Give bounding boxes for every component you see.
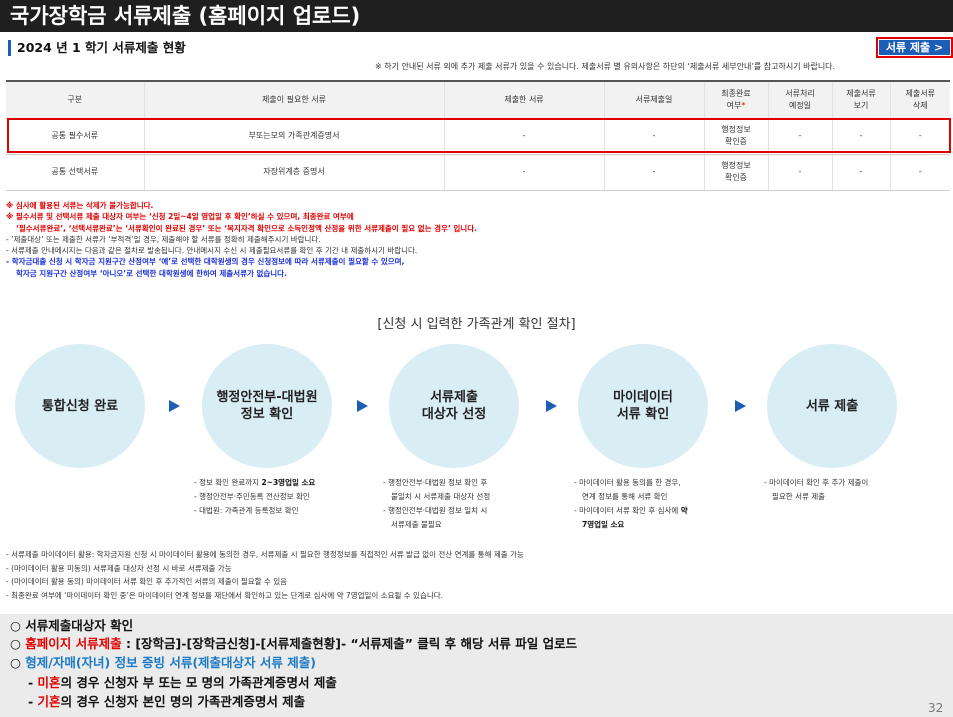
note-line: ※ 심사에 활용된 서류는 삭제가 불가능합니다. [6, 201, 154, 210]
documents-table: 구분 제출이 필요한 서류 제출한 서류 서류제출일 최종완료 여부* 서류처리 예… [6, 80, 950, 191]
row-submit-date: - [603, 118, 704, 155]
step-note: - 마이데이터 활용 동의를 한 경우, 연계 정보를 통해 서류 확인 - 마… [574, 478, 688, 529]
row-required-doc: 자장위계층 증명서 [143, 154, 444, 191]
col-final-status: 최종완료 여부* [703, 80, 768, 119]
note-line: ※ 필수서류 및 선택서류 제출 대상자 여부는 ‘신청 2일~4일 영업일 후… [6, 212, 354, 222]
required-mark: * [741, 100, 746, 110]
row-category: 공통 선택서류 [6, 154, 144, 191]
page-number: 32 [928, 701, 944, 715]
row-required-doc: 부또는모의 가족관계증명서 [143, 118, 444, 155]
notes-block: ※ 심사에 활용된 서류는 삭제가 불가능합니다. ※ 필수서류 및 선택서류 … [6, 200, 946, 279]
flow-notes: - 서류제출 마이데이터 활용: 학자금지원 신청 시 마이데이터 활용에 동의… [6, 548, 946, 602]
col-submitted-docs: 제출한 서류 [443, 80, 604, 119]
note-line: ‘필수서류완료’, ‘선택서류완료’는 ‘서류확인이 완료된 경우’ 또는 ‘복… [16, 223, 477, 233]
col-category: 구분 [6, 80, 144, 119]
footer-line: - 기혼의 경우 신청자 본인 명의 가족관계증명서 제출 [28, 694, 306, 709]
col-submit-date: 서류제출일 [603, 80, 704, 119]
step-circle: 마이데이터 서류 확인 [578, 344, 708, 468]
row-delete[interactable]: - [889, 154, 950, 191]
table-row: 공통 필수서류 부또는모의 가족관계증명서 - - 행정정보 확인증 - - - [6, 118, 950, 155]
row-submit-date: - [603, 154, 704, 191]
footer-line: - 미혼의 경우 신청자 부 또는 모 명의 가족관계증명서 제출 [28, 675, 337, 690]
process-title: [신청 시 입력한 가족관계 확인 절차] [377, 317, 576, 332]
note-line: - 학자금대출 신청 시 학자금 지원구간 산정여부 ‘예’로 선택한 대학원생… [6, 257, 405, 267]
col-view: 제출서류 보기 [831, 80, 890, 119]
note-line: - ‘제출대상’ 또는 제출한 서류가 ‘부적격’일 경우, 제출해야 할 서류… [6, 234, 321, 244]
step-note: - 행정안전부·대법원 정보 확인 후 불일치 시 서류제출 대상자 선정 - … [383, 478, 491, 529]
submit-documents-button[interactable]: 서류 제출 > [876, 37, 953, 58]
flow-note-line: - 최종완료 여부에 ‘마이데이터 확인 중’은 마이데이터 연계 정보를 재단… [6, 590, 444, 600]
row-final-status: 행정정보 확인증 [703, 118, 768, 155]
step-note: - 정보 확인 완료까지 2~3영업일 소요 - 행정안전부·주민등록 전산정보… [194, 478, 316, 515]
section-note: ※ 하기 안내된 서류 외에 추가 제출 서류가 있을 수 있습니다. 제출서류… [375, 62, 836, 71]
row-delete[interactable]: - [889, 118, 950, 155]
page-title: 국가장학금 서류제출 (홈페이지 업로드) [10, 4, 361, 28]
col-delete: 제출서류 삭제 [889, 80, 950, 119]
flow-note-line: - 서류제출 마이데이터 활용: 학자금지원 신청 시 마이데이터 활용에 동의… [6, 550, 524, 559]
row-view[interactable]: - [831, 118, 890, 155]
title-bar: 국가장학금 서류제출 (홈페이지 업로드) [0, 0, 953, 32]
row-processing-date: - [767, 118, 832, 155]
row-category: 공통 필수서류 [6, 118, 144, 155]
table-header-row: 구분 제출이 필요한 서류 제출한 서류 서류제출일 최종완료 여부* 서류처리 예… [6, 80, 950, 119]
footer-line: ○ 형제/자매(자녀) 정보 증빙 서류(제출대상자 서류 제출) [10, 655, 316, 670]
row-view[interactable]: - [831, 154, 890, 191]
row-submitted-doc: - [443, 154, 604, 191]
arrow-right-icon [735, 400, 746, 412]
note-line: - 서류제출 안내메시지는 다음과 같은 절차로 발송됩니다. 안내메시지 수신… [6, 246, 418, 256]
col-required-docs: 제출이 필요한 서류 [143, 80, 444, 119]
step-note: - 마이데이터 확인 후 추가 제출이 필요한 서류 제출 [764, 478, 869, 501]
step-circle: 서류 제출 [767, 344, 897, 468]
section-heading: 2024 년 1 학기 서류제출 현황 [8, 40, 186, 56]
step-circle: 통합신청 완료 [15, 344, 145, 468]
table-row: 공통 선택서류 자장위계층 증명서 - - 행정정보 확인증 - - - [6, 154, 950, 191]
step-circle: 행정안전부-대법원 정보 확인 [202, 344, 332, 468]
footer-line: ○ 서류제출대상자 확인 [10, 618, 134, 633]
arrow-right-icon [169, 400, 180, 412]
arrow-right-icon [357, 400, 368, 412]
col-processing-date: 서류처리 예정일 [767, 80, 832, 119]
flow-note-line: - (마이데이터 활용 미동의) 서류제출 대상자 선정 시 바로 서류제출 가… [6, 563, 232, 573]
row-final-status: 행정정보 확인증 [703, 154, 768, 191]
row-submitted-doc: - [443, 118, 604, 155]
submit-documents-label[interactable]: 서류 제출 > [879, 40, 950, 55]
footer-line: ○ 홈페이지 서류제출 : [장학금]-[장학금신청]-[서류제출현황]- “서… [10, 636, 578, 651]
row-processing-date: - [767, 154, 832, 191]
arrow-right-icon [546, 400, 557, 412]
note-line: 학자금 지원구간 산정여부 ‘아니오’로 선택한 대학원생에 한하여 제출서류가… [16, 268, 287, 278]
flow-note-line: - (마이데이터 활용 동의) 마이데이터 서류 확인 후 추가적인 서류의 제… [6, 577, 288, 587]
step-circle: 서류제출 대상자 선정 [389, 344, 519, 468]
